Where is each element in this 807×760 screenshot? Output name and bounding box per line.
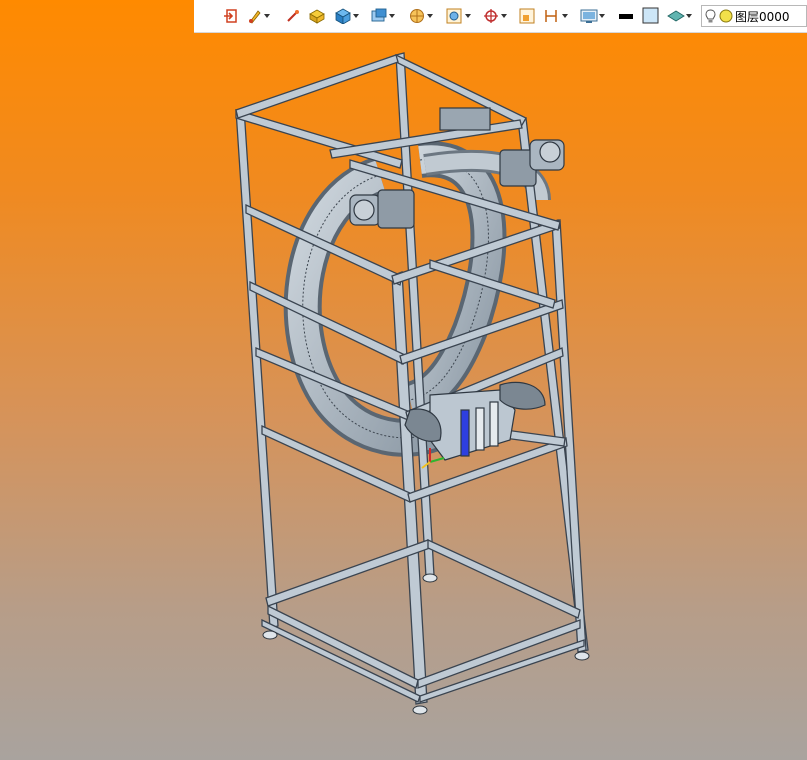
part-icon[interactable] [308,7,326,25]
lightbulb-icon[interactable] [705,8,716,24]
display-settings-icon[interactable] [580,7,606,25]
dimension-icon[interactable] [543,7,569,25]
orient-dropdown-icon[interactable] [500,7,508,25]
fill-color-swatch[interactable] [642,7,660,25]
layer-manager-icon[interactable] [667,7,693,25]
view-cube-dropdown-icon[interactable] [388,7,396,25]
pen-tools-dropdown-icon[interactable] [263,7,271,25]
display-settings-dropdown-icon[interactable] [598,7,606,25]
orient-icon[interactable] [482,7,508,25]
solid-box-dropdown-icon[interactable] [352,7,360,25]
line-color-swatch[interactable] [618,7,634,25]
zoom-window-dropdown-icon[interactable] [464,7,472,25]
zoom-window-icon[interactable] [446,7,472,25]
layer-manager-dropdown-icon[interactable] [685,7,693,25]
frame-select-icon[interactable] [519,7,535,25]
solid-box-icon[interactable] [334,7,360,25]
frame-assembly-model[interactable] [0,0,807,760]
section-view-icon[interactable] [408,7,434,25]
graphics-viewport[interactable]: 图层0000 [0,0,807,760]
view-toolbar: 图层0000 [194,0,807,33]
dimension-dropdown-icon[interactable] [561,7,569,25]
view-cube-icon[interactable] [370,7,396,25]
pen-tools-icon[interactable] [247,7,271,25]
section-view-dropdown-icon[interactable] [426,7,434,25]
wand-icon[interactable] [285,7,301,25]
layer-color-dot-icon[interactable] [719,9,733,23]
layer-name: 图层0000 [735,9,790,24]
layer-select[interactable]: 图层0000 [701,5,807,27]
exit-sketch-icon[interactable] [223,7,239,25]
